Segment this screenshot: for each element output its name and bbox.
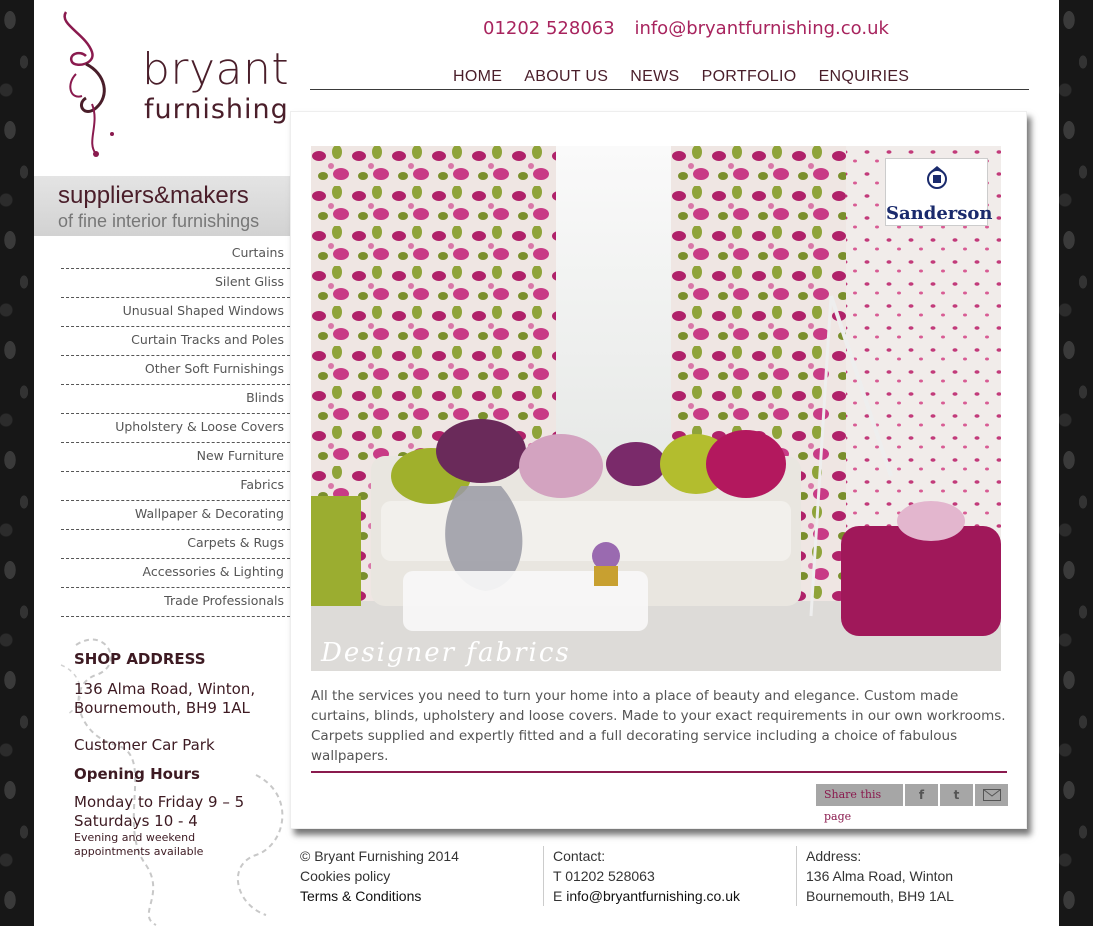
footer-address-heading: Address:: [806, 848, 862, 864]
sidebar-item-upholstery[interactable]: Upholstery & Loose Covers: [61, 414, 290, 443]
shop-address-line2: Bournemouth, BH9 1AL: [74, 699, 250, 717]
opening-hours-heading: Opening Hours: [74, 765, 200, 783]
sidebar-item-curtains[interactable]: Curtains: [61, 240, 290, 269]
logo-swirl-icon: [63, 11, 114, 157]
footer-contact-heading: Contact:: [553, 848, 606, 864]
content-divider: [311, 771, 1007, 773]
sidebar-item-carpets[interactable]: Carpets & Rugs: [61, 530, 290, 559]
nav-enquiries[interactable]: ENQUIRIES: [819, 68, 910, 85]
intro-paragraph: All the services you need to turn your h…: [311, 688, 1006, 764]
sanderson-brand-name: Sanderson: [886, 203, 993, 224]
share-bar: Share this page f t: [816, 784, 1008, 823]
footer-address-line1: 136 Alma Road, Winton: [806, 868, 954, 884]
main-nav: HOME ABOUT US NEWS PORTFOLIO ENQUIRIES: [310, 66, 1029, 90]
damask-background-right: [1059, 0, 1093, 926]
footer-cookies-link[interactable]: Cookies policy: [300, 866, 459, 886]
sidebar-item-new-furniture[interactable]: New Furniture: [61, 443, 290, 472]
tagline-banner: suppliers&makers of fine interior furnis…: [34, 176, 290, 236]
shop-address-line1: 136 Alma Road, Winton,: [74, 680, 256, 698]
footer-email-prefix: E: [553, 888, 567, 904]
sidebar-item-blinds[interactable]: Blinds: [61, 385, 290, 414]
footer-terms-link[interactable]: Terms & Conditions: [300, 886, 459, 906]
logo-wordmark: bryant: [142, 44, 290, 95]
nav-about-us[interactable]: ABOUT US: [524, 68, 608, 85]
sidebar-item-curtain-tracks[interactable]: Curtain Tracks and Poles: [61, 327, 290, 356]
sidebar-item-silent-gliss[interactable]: Silent Gliss: [61, 269, 290, 298]
sidebar-item-accessories[interactable]: Accessories & Lighting: [61, 559, 290, 588]
footer-separator: [543, 846, 544, 906]
footer-separator: [796, 846, 797, 906]
logo[interactable]: bryant furnishing: [56, 4, 296, 159]
tagline-title: suppliers&makers: [58, 182, 249, 209]
sidebar-item-trade-professionals[interactable]: Trade Professionals: [61, 588, 290, 617]
twitter-icon: t: [953, 788, 960, 802]
facebook-icon: f: [918, 788, 925, 802]
nav-portfolio[interactable]: PORTFOLIO: [702, 68, 797, 85]
nav-news[interactable]: NEWS: [630, 68, 679, 85]
sidebar-item-other-soft-furnishings[interactable]: Other Soft Furnishings: [61, 356, 290, 385]
footer-address-line2: Bournemouth, BH9 1AL: [806, 888, 954, 904]
footer-contact-email[interactable]: info@bryantfurnishing.co.uk: [566, 888, 740, 904]
footer-left: © Bryant Furnishing 2014 Cookies policy …: [300, 846, 459, 906]
content-panel: Sanderson Designer fabrics All the servi…: [290, 111, 1027, 829]
header-phone[interactable]: 01202 528063: [483, 18, 615, 39]
sidebar-item-fabrics[interactable]: Fabrics: [61, 472, 290, 501]
page: bryant furnishing suppliers&makers of fi…: [34, 0, 1059, 926]
opening-hours-weekdays: Monday to Friday 9 – 5: [74, 793, 245, 811]
share-label: Share this page: [816, 784, 903, 823]
sidebar-nav: Curtains Silent Gliss Unusual Shaped Win…: [61, 240, 290, 617]
twitter-share-button[interactable]: t: [940, 784, 973, 806]
footer-copyright: © Bryant Furnishing 2014: [300, 848, 459, 864]
sanderson-brand-badge: Sanderson: [885, 158, 993, 226]
logo-subwordmark: furnishing: [144, 94, 289, 125]
sidebar-item-wallpaper[interactable]: Wallpaper & Decorating: [61, 501, 290, 530]
footer-contact-phone: T 01202 528063: [553, 868, 655, 884]
damask-background-left: [0, 0, 34, 926]
header-email[interactable]: info@bryantfurnishing.co.uk: [634, 18, 888, 39]
evening-appointments-note: Evening and weekend appointments availab…: [74, 831, 204, 858]
sidebar-item-unusual-shaped-windows[interactable]: Unusual Shaped Windows: [61, 298, 290, 327]
shop-address-block: SHOP ADDRESS 136 Alma Road, Winton, Bour…: [74, 650, 294, 859]
royal-warrant-crest-icon: [927, 166, 947, 189]
envelope-icon: [982, 789, 1001, 801]
email-share-button[interactable]: [975, 784, 1008, 806]
opening-hours-saturday: Saturdays 10 - 4: [74, 812, 198, 830]
car-park-label: Customer Car Park: [74, 736, 215, 754]
footer-contact: Contact: T 01202 528063 E info@bryantfur…: [553, 846, 740, 906]
footer-address: Address: 136 Alma Road, Winton Bournemou…: [806, 846, 954, 906]
header-contact: 01202 528063 info@bryantfurnishing.co.uk: [483, 18, 903, 39]
tagline-subtitle: of fine interior furnishings: [58, 211, 260, 231]
hero-image: Sanderson Designer fabrics: [311, 146, 1001, 671]
hero-caption: Designer fabrics: [321, 638, 571, 668]
nav-home[interactable]: HOME: [453, 68, 502, 85]
shop-address-heading: SHOP ADDRESS: [74, 650, 206, 668]
facebook-share-button[interactable]: f: [905, 784, 938, 806]
